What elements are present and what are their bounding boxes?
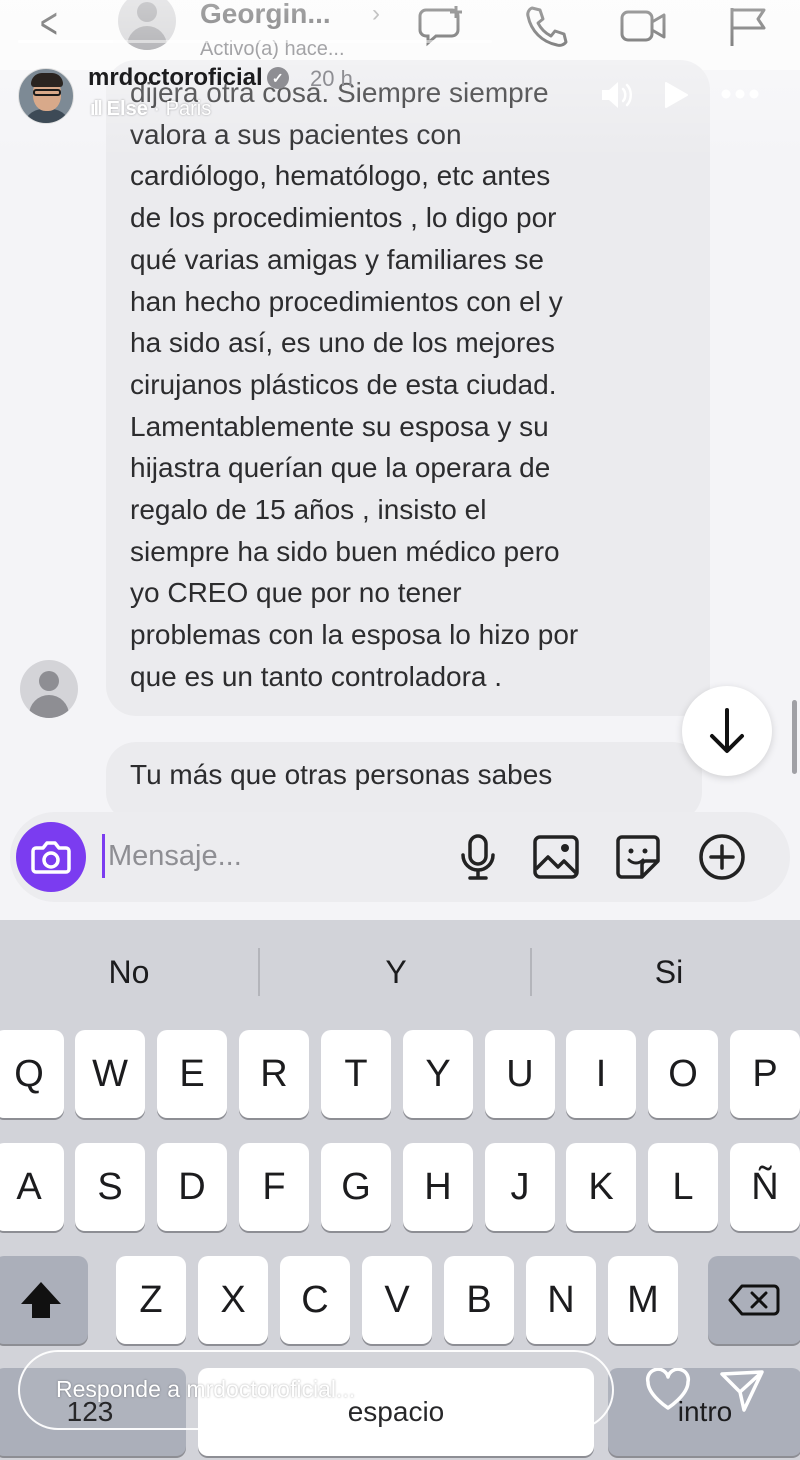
- key-w[interactable]: W: [75, 1030, 145, 1118]
- text-cursor: [102, 834, 105, 878]
- camera-button[interactable]: [16, 822, 86, 892]
- suggestion-no[interactable]: No: [0, 940, 258, 1000]
- video-camera-icon[interactable]: [620, 4, 668, 48]
- key-r[interactable]: R: [239, 1030, 309, 1118]
- phone-icon[interactable]: [522, 4, 570, 48]
- key-g[interactable]: G: [321, 1143, 391, 1231]
- arrow-down-icon: [710, 708, 744, 753]
- music-artist: Paris: [165, 98, 212, 120]
- key-u[interactable]: U: [485, 1030, 555, 1118]
- key-c[interactable]: C: [280, 1256, 350, 1344]
- key-x[interactable]: X: [198, 1256, 268, 1344]
- backspace-key[interactable]: [708, 1256, 800, 1344]
- suggestion-y[interactable]: Y: [267, 940, 525, 1000]
- shift-key[interactable]: [0, 1256, 88, 1344]
- message-composer: [10, 812, 790, 902]
- key-k[interactable]: K: [566, 1143, 636, 1231]
- sender-avatar[interactable]: [20, 660, 78, 718]
- story-progress-bar: [18, 40, 492, 43]
- key-b[interactable]: B: [444, 1256, 514, 1344]
- message-text: dijera otra cosa. Siempre siempre valora…: [130, 77, 579, 692]
- key-i[interactable]: I: [566, 1030, 636, 1118]
- heart-icon[interactable]: [644, 1368, 692, 1412]
- story-time: 20 h: [310, 66, 353, 91]
- message-input[interactable]: [108, 830, 428, 882]
- key-s[interactable]: S: [75, 1143, 145, 1231]
- story-progress-fill: [18, 40, 113, 43]
- music-bars-icon: ıll: [90, 98, 103, 120]
- suggestion-divider: [530, 948, 532, 996]
- message-bubble[interactable]: dijera otra cosa. Siempre siempre valora…: [106, 60, 710, 716]
- suggestion-divider: [258, 948, 260, 996]
- key-a[interactable]: A: [0, 1143, 64, 1231]
- key-l[interactable]: L: [648, 1143, 718, 1231]
- key-enye[interactable]: Ñ: [730, 1143, 800, 1231]
- key-n[interactable]: N: [526, 1256, 596, 1344]
- backspace-icon: [728, 1284, 780, 1316]
- suggestion-si[interactable]: Si: [540, 940, 798, 1000]
- key-y[interactable]: Y: [403, 1030, 473, 1118]
- key-q[interactable]: Q: [0, 1030, 64, 1118]
- key-d[interactable]: D: [157, 1143, 227, 1231]
- key-p[interactable]: P: [730, 1030, 800, 1118]
- music-song: Else: [106, 98, 148, 120]
- play-icon[interactable]: [662, 80, 690, 110]
- key-v[interactable]: V: [362, 1256, 432, 1344]
- message-text: Tu más que otras personas sabes: [130, 759, 553, 790]
- story-username[interactable]: mrdoctoroficial ✓: [88, 64, 289, 92]
- key-h[interactable]: H: [403, 1143, 473, 1231]
- sticker-icon[interactable]: [614, 833, 662, 881]
- contact-name[interactable]: Georgin...: [200, 0, 331, 30]
- more-icon[interactable]: [720, 88, 760, 100]
- camera-icon: [31, 841, 71, 874]
- microphone-icon[interactable]: [454, 833, 502, 881]
- gallery-icon[interactable]: [532, 833, 580, 881]
- message-bubble[interactable]: Tu más que otras personas sabes: [106, 742, 702, 822]
- scroll-to-bottom-button[interactable]: [682, 686, 772, 776]
- key-o[interactable]: O: [648, 1030, 718, 1118]
- add-icon[interactable]: [698, 833, 746, 881]
- send-icon[interactable]: [718, 1368, 766, 1412]
- chevron-right-icon: ›: [372, 0, 380, 27]
- music-separator: ·: [153, 98, 161, 120]
- key-f[interactable]: F: [239, 1143, 309, 1231]
- key-j[interactable]: J: [485, 1143, 555, 1231]
- scrollbar[interactable]: [792, 700, 797, 774]
- story-reply-placeholder: Responde a mrdoctoroficial...: [56, 1376, 356, 1402]
- flag-icon[interactable]: [726, 4, 774, 48]
- enter-key[interactable]: intro: [608, 1368, 800, 1456]
- key-t[interactable]: T: [321, 1030, 391, 1118]
- story-username-text: mrdoctoroficial: [88, 64, 263, 91]
- key-m[interactable]: M: [608, 1256, 678, 1344]
- story-music[interactable]: ıll Else · Paris: [90, 98, 211, 121]
- speaker-icon[interactable]: [600, 80, 634, 110]
- key-z[interactable]: Z: [116, 1256, 186, 1344]
- shift-icon: [21, 1282, 61, 1318]
- verified-badge-icon: ✓: [266, 67, 289, 89]
- story-avatar[interactable]: [18, 68, 74, 124]
- story-reply-input[interactable]: Responde a mrdoctoroficial...: [18, 1350, 614, 1430]
- key-e[interactable]: E: [157, 1030, 227, 1118]
